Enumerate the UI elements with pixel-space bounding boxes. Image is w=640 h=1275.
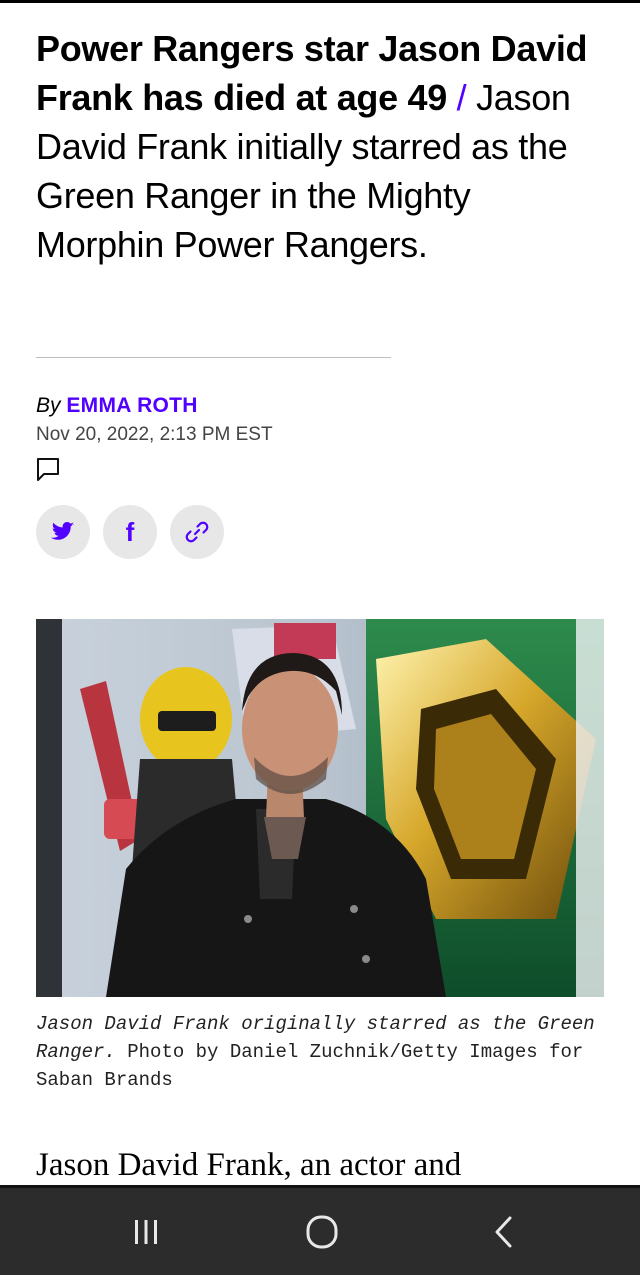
divider <box>36 357 391 358</box>
share-facebook-button[interactable]: f <box>103 505 157 559</box>
article-headline: Power Rangers star Jason David Frank has… <box>36 24 606 269</box>
top-rule <box>0 0 640 3</box>
back-icon[interactable] <box>482 1210 526 1254</box>
byline: By EMMA ROTH <box>36 393 198 419</box>
recent-apps-icon[interactable] <box>124 1210 168 1254</box>
article-body-start: Jason David Frank, an actor and <box>36 1147 462 1183</box>
comment-icon[interactable] <box>35 456 61 482</box>
byline-prefix: By <box>36 394 61 417</box>
timestamp: Nov 20, 2022, 2:13 PM EST <box>36 424 273 445</box>
facebook-icon: f <box>125 516 135 547</box>
author-link[interactable]: EMMA ROTH <box>66 394 197 417</box>
home-icon[interactable] <box>300 1210 344 1254</box>
twitter-icon <box>51 522 74 540</box>
photo-caption: Jason David Frank originally starred as … <box>36 1010 596 1094</box>
hero-photo <box>36 619 604 997</box>
title-separator: / <box>456 77 467 118</box>
link-icon <box>185 521 209 543</box>
android-navbar <box>0 1185 640 1275</box>
share-link-button[interactable] <box>170 505 224 559</box>
caption-credit: Photo by Daniel Zuchnik/Getty Images for… <box>36 1041 584 1091</box>
share-twitter-button[interactable] <box>36 505 90 559</box>
